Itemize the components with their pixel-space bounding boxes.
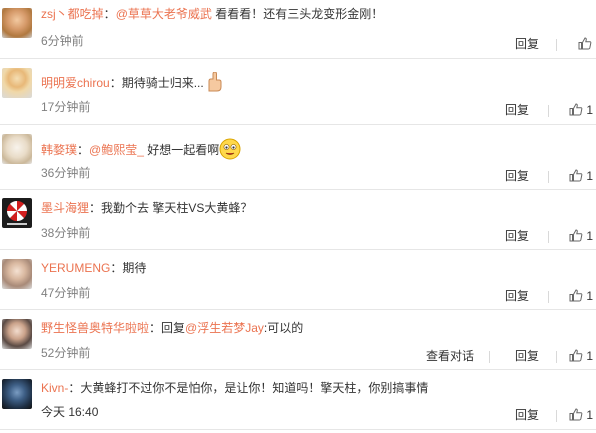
reply-button[interactable]: 回复: [515, 408, 539, 422]
comment-divider: [0, 369, 596, 370]
timestamp: 52分钟前: [41, 346, 91, 360]
view-conversation-button[interactable]: 查看对话: [426, 349, 474, 363]
like-button[interactable]: 1: [569, 289, 593, 303]
umbrella-logo-icon: [7, 201, 27, 225]
comment-text: 期待骑士归来...: [121, 76, 204, 91]
reply-button[interactable]: 回复: [505, 289, 529, 303]
comment-content: Kivn-：大黄蜂打不过你不是怕你，是让你！知道吗！擎天柱，你别搞事情: [41, 381, 429, 395]
thumbs-up-icon: [578, 37, 592, 50]
username-link[interactable]: YERUMENG: [41, 261, 110, 275]
reply-button[interactable]: 回复: [515, 349, 539, 363]
reply-button[interactable]: 回复: [505, 169, 529, 183]
like-button[interactable]: 1: [569, 229, 593, 243]
comment-content: 韩婺璞：@鲍熙莹_ 好想一起看啊: [41, 138, 241, 164]
comment-divider: [0, 429, 596, 430]
avatar[interactable]: [2, 259, 32, 289]
timestamp: 47分钟前: [41, 286, 91, 300]
comment-divider: [0, 249, 596, 250]
avatar[interactable]: [2, 319, 32, 349]
comment-content: 明明爱chirou：期待骑士归来...: [41, 71, 222, 96]
comment-content: 野生怪兽奥特华啦啦：回复@浮生若梦Jay:可以的: [41, 321, 304, 335]
comment-divider: [0, 58, 596, 59]
comment-content: YERUMENG：期待: [41, 261, 147, 275]
comment-divider: [0, 309, 596, 310]
username-link[interactable]: 墨斗海狸: [41, 201, 89, 215]
mention-link[interactable]: @鲍熙莹_: [89, 143, 144, 157]
action-divider: [548, 291, 549, 303]
comment-text: 大黄蜂打不过你不是怕你，是让你！知道吗！擎天柱，你别搞事情: [80, 381, 429, 395]
like-button[interactable]: [578, 37, 592, 51]
thumbs-up-icon: [569, 103, 583, 116]
thumbs-up-icon: [569, 169, 583, 182]
timestamp: 38分钟前: [41, 226, 91, 240]
thumbs-up-icon: [569, 289, 583, 302]
username-link[interactable]: 明明爱chirou: [41, 76, 110, 90]
hand-emoji-icon: [203, 71, 222, 96]
mention-link[interactable]: @浮生若梦Jay: [185, 321, 264, 335]
username-link[interactable]: Kivn-: [41, 381, 68, 395]
comment-text: 回复: [161, 321, 186, 335]
action-divider: [556, 39, 557, 51]
thumbs-up-icon: [569, 408, 583, 421]
username-link[interactable]: 韩婺璞: [41, 143, 77, 157]
action-divider: [556, 410, 557, 422]
action-divider: [548, 231, 549, 243]
timestamp: 17分钟前: [41, 100, 91, 114]
comment-text: 好想一起看啊: [143, 143, 220, 158]
reply-button[interactable]: 回复: [505, 103, 529, 117]
like-button[interactable]: 1: [569, 349, 593, 363]
avatar[interactable]: [2, 134, 32, 164]
comment-text: 期待: [122, 261, 147, 275]
avatar[interactable]: [2, 379, 32, 409]
action-divider: [489, 351, 490, 363]
thumbs-up-icon: [569, 349, 583, 362]
timestamp: 6分钟前: [41, 34, 84, 48]
avatar[interactable]: [2, 8, 32, 38]
comment-content: 墨斗海狸：我勤个去 擎天柱VS大黄蜂？: [41, 201, 253, 215]
reply-button[interactable]: 回复: [505, 229, 529, 243]
comment-text: 看看看！还有三头龙变形金刚！: [211, 7, 384, 21]
comment-text: 我勤个去 擎天柱VS大黄蜂？: [101, 201, 253, 215]
thumbs-up-icon: [569, 229, 583, 242]
username-link[interactable]: zsj丶都吃掉: [41, 7, 104, 21]
like-button[interactable]: 1: [569, 169, 593, 183]
mention-link[interactable]: @草草大老爷威武: [116, 7, 212, 21]
like-button[interactable]: 1: [569, 408, 593, 422]
avatar[interactable]: [2, 68, 32, 98]
timestamp: 36分钟前: [41, 166, 91, 180]
comment-divider: [0, 124, 596, 125]
action-divider: [548, 105, 549, 117]
timestamp: 今天 16:40: [41, 405, 99, 419]
comment-content: zsj丶都吃掉：@草草大老爷威武 看看看！还有三头龙变形金刚！: [41, 7, 384, 21]
avatar[interactable]: [2, 198, 32, 228]
reply-button[interactable]: 回复: [515, 37, 539, 51]
drooling-emoji-icon: [219, 138, 241, 164]
like-button[interactable]: 1: [569, 103, 593, 117]
action-divider: [556, 351, 557, 363]
action-divider: [548, 171, 549, 183]
comment-divider: [0, 189, 596, 190]
username-link[interactable]: 野生怪兽奥特华啦啦: [41, 321, 149, 335]
